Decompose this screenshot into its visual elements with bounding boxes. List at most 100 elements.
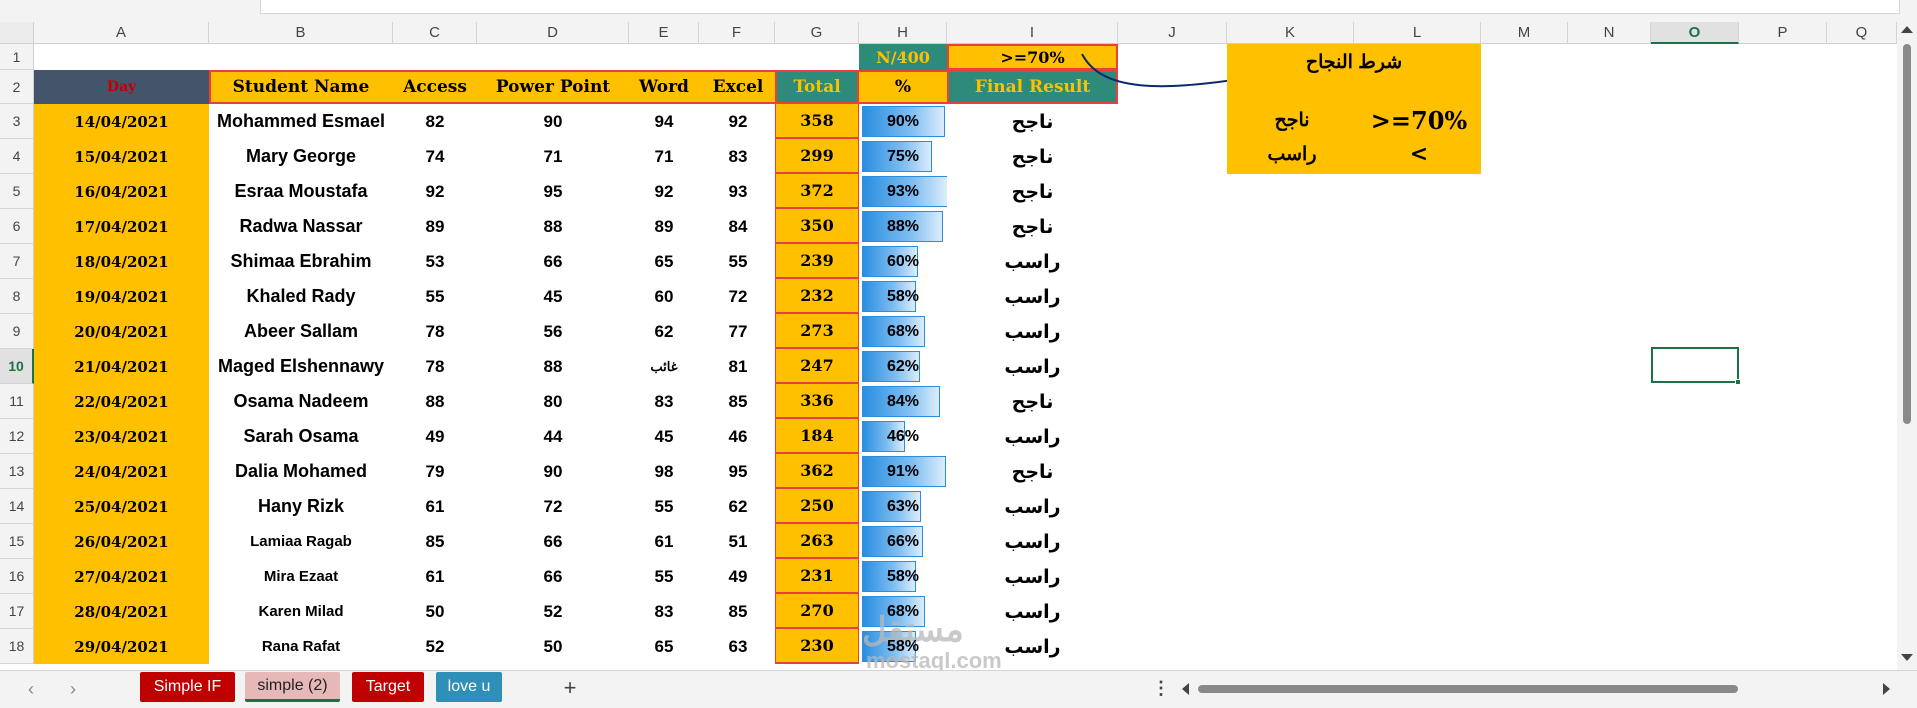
sheet-tab-3[interactable]: love u xyxy=(436,672,502,702)
pass-label[interactable]: ناجح xyxy=(1227,104,1357,136)
excel-score-cell[interactable]: 51 xyxy=(699,524,777,559)
sheet-tab-0[interactable]: Simple IF xyxy=(140,672,235,702)
total-cell[interactable]: 336 xyxy=(775,384,859,419)
access-score-cell[interactable]: 52 xyxy=(393,629,477,664)
column-header-e[interactable]: E xyxy=(629,22,699,44)
word-score-cell[interactable]: 61 xyxy=(629,524,699,559)
excel-header[interactable]: Excel xyxy=(699,70,777,104)
prev-sheet-icon[interactable]: ‹ xyxy=(28,679,34,700)
total-cell[interactable]: 358 xyxy=(775,104,859,139)
word-score-cell[interactable]: 92 xyxy=(629,174,699,209)
row-header-18[interactable]: 18 xyxy=(0,629,34,664)
total-cell[interactable]: 270 xyxy=(775,594,859,629)
row-header-14[interactable]: 14 xyxy=(0,489,34,524)
excel-score-cell[interactable]: 62 xyxy=(699,489,777,524)
student-name-cell[interactable]: Karen Milad xyxy=(209,594,393,629)
final-result-cell[interactable]: ناجح xyxy=(947,454,1118,489)
column-header-g[interactable]: G xyxy=(775,22,859,44)
power-point-score-cell[interactable]: 66 xyxy=(477,559,629,594)
percent-cell[interactable]: 90% xyxy=(859,104,947,139)
row-header-4[interactable]: 4 xyxy=(0,139,34,174)
final-result-cell[interactable]: راسب xyxy=(947,314,1118,349)
column-header-o[interactable]: O xyxy=(1651,22,1739,44)
student-name-cell[interactable]: Rana Rafat xyxy=(209,629,393,664)
power-point-score-cell[interactable]: 52 xyxy=(477,594,629,629)
scroll-up-arrow[interactable] xyxy=(1901,26,1913,33)
final-result-cell[interactable]: راسب xyxy=(947,559,1118,594)
sheet-tab-1[interactable]: simple (2) xyxy=(245,672,340,702)
power-point-score-cell[interactable]: 88 xyxy=(477,349,629,384)
word-score-cell[interactable]: 94 xyxy=(629,104,699,139)
access-score-cell[interactable]: 74 xyxy=(393,139,477,174)
access-score-cell[interactable]: 82 xyxy=(393,104,477,139)
percent-cell[interactable]: 84% xyxy=(859,384,947,419)
percent-cell[interactable]: 91% xyxy=(859,454,947,489)
fail-condition[interactable]: < xyxy=(1357,138,1481,170)
total-cell[interactable]: 184 xyxy=(775,419,859,454)
add-sheet-button[interactable]: + xyxy=(558,673,582,703)
row-header-8[interactable]: 8 xyxy=(0,279,34,314)
excel-score-cell[interactable]: 95 xyxy=(699,454,777,489)
word-score-cell[interactable]: 55 xyxy=(629,559,699,594)
n-over-cell[interactable]: N/400 xyxy=(859,44,947,70)
student-name-cell[interactable]: Radwa Nassar xyxy=(209,209,393,244)
access-score-cell[interactable]: 53 xyxy=(393,244,477,279)
power-point-score-cell[interactable]: 50 xyxy=(477,629,629,664)
date-cell[interactable]: 18/04/2021 xyxy=(34,244,209,279)
final-result-cell[interactable]: راسب xyxy=(947,489,1118,524)
excel-score-cell[interactable]: 93 xyxy=(699,174,777,209)
pass-condition[interactable]: >=70% xyxy=(1357,104,1481,136)
fill-handle[interactable] xyxy=(1735,379,1741,385)
word-score-cell[interactable]: 45 xyxy=(629,419,699,454)
access-score-cell[interactable]: 50 xyxy=(393,594,477,629)
power-point-score-cell[interactable]: 66 xyxy=(477,524,629,559)
power-point-score-cell[interactable]: 72 xyxy=(477,489,629,524)
word-score-cell[interactable]: 83 xyxy=(629,594,699,629)
row-header-1[interactable]: 1 xyxy=(0,44,34,70)
access-score-cell[interactable]: 85 xyxy=(393,524,477,559)
date-cell[interactable]: 24/04/2021 xyxy=(34,454,209,489)
total-cell[interactable]: 231 xyxy=(775,559,859,594)
percent-cell[interactable]: 68% xyxy=(859,314,947,349)
power-point-score-cell[interactable]: 44 xyxy=(477,419,629,454)
total-header[interactable]: Total xyxy=(775,70,859,104)
access-score-cell[interactable]: 89 xyxy=(393,209,477,244)
date-cell[interactable]: 23/04/2021 xyxy=(34,419,209,454)
student-name-cell[interactable]: Esraa Moustafa xyxy=(209,174,393,209)
column-header-c[interactable]: C xyxy=(393,22,477,44)
student-name-cell[interactable]: Maged Elshennawy xyxy=(209,349,393,384)
row-header-11[interactable]: 11 xyxy=(0,384,34,419)
percent-header[interactable]: % xyxy=(859,70,947,104)
column-header-k[interactable]: K xyxy=(1227,22,1354,44)
word-score-cell[interactable]: 62 xyxy=(629,314,699,349)
column-header-q[interactable]: Q xyxy=(1827,22,1897,44)
day-header[interactable]: Day xyxy=(34,70,209,104)
excel-score-cell[interactable]: 72 xyxy=(699,279,777,314)
column-header-j[interactable]: J xyxy=(1118,22,1227,44)
date-cell[interactable]: 27/04/2021 xyxy=(34,559,209,594)
column-header-a[interactable]: A xyxy=(34,22,209,44)
student-name-cell[interactable]: Osama Nadeem xyxy=(209,384,393,419)
word-score-cell[interactable]: 60 xyxy=(629,279,699,314)
selected-cell[interactable] xyxy=(1651,347,1741,385)
excel-score-cell[interactable]: 63 xyxy=(699,629,777,664)
word-score-cell[interactable]: غائب xyxy=(629,349,699,384)
total-cell[interactable]: 230 xyxy=(775,629,859,664)
date-cell[interactable]: 19/04/2021 xyxy=(34,279,209,314)
excel-score-cell[interactable]: 84 xyxy=(699,209,777,244)
fail-label[interactable]: راسب xyxy=(1227,138,1357,170)
word-score-cell[interactable]: 98 xyxy=(629,454,699,489)
date-cell[interactable]: 21/04/2021 xyxy=(34,349,209,384)
student-name-cell[interactable]: Hany Rizk xyxy=(209,489,393,524)
date-cell[interactable]: 26/04/2021 xyxy=(34,524,209,559)
student-name-cell[interactable]: Shimaa Ebrahim xyxy=(209,244,393,279)
date-cell[interactable]: 15/04/2021 xyxy=(34,139,209,174)
power-point-score-cell[interactable]: 56 xyxy=(477,314,629,349)
row-header-5[interactable]: 5 xyxy=(0,174,34,209)
excel-score-cell[interactable]: 49 xyxy=(699,559,777,594)
excel-score-cell[interactable]: 46 xyxy=(699,419,777,454)
date-cell[interactable]: 28/04/2021 xyxy=(34,594,209,629)
date-cell[interactable]: 20/04/2021 xyxy=(34,314,209,349)
pass-condition-title[interactable]: شرط النجاح xyxy=(1227,44,1481,80)
sheet-tab-2[interactable]: Target xyxy=(352,672,424,702)
